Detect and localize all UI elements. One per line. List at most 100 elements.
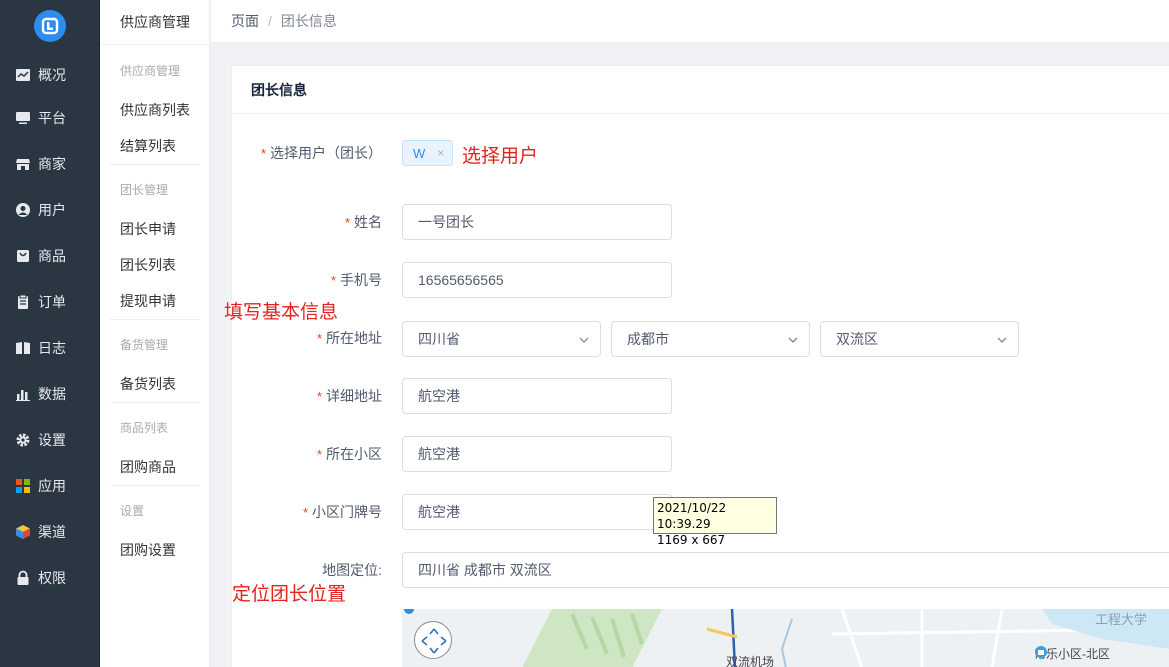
submenu-item-withdraw-apply[interactable]: 提现申请 bbox=[120, 291, 176, 311]
sidebar-item-4[interactable]: 商品 bbox=[0, 240, 100, 272]
province-select[interactable]: 四川省 bbox=[402, 321, 601, 357]
city-select[interactable]: 成都市 bbox=[611, 321, 810, 357]
selected-user-tag[interactable]: W × bbox=[402, 140, 454, 166]
book-icon bbox=[15, 340, 31, 356]
submenu-group-stock: 备货管理 bbox=[120, 338, 169, 352]
door-number-label-text: 小区门牌号 bbox=[312, 504, 382, 520]
clipboard-icon bbox=[15, 294, 31, 310]
sidebar-item-6[interactable]: 日志 bbox=[0, 332, 100, 364]
submenu-item-group-goods[interactable]: 团购商品 bbox=[120, 457, 176, 477]
submenu-divider bbox=[110, 319, 200, 320]
tooltip-timestamp: 2021/10/22 10:39.29 bbox=[657, 501, 727, 531]
sidebar-item-label: 概况 bbox=[38, 67, 66, 83]
community-label: * 所在小区 bbox=[232, 436, 382, 472]
door-number-input[interactable]: 航空港 bbox=[402, 494, 672, 530]
sidebar-item-label: 设置 bbox=[38, 432, 66, 448]
community-input[interactable]: 航空港 bbox=[402, 436, 672, 472]
main-sidebar: 概况平台商家用户商品订单日志数据设置应用渠道权限 bbox=[0, 0, 100, 667]
map-search-input[interactable]: 四川省 成都市 双流区 bbox=[402, 552, 1169, 588]
sidebar-item-label: 日志 bbox=[38, 340, 66, 356]
chevron-down-icon bbox=[579, 337, 589, 343]
map-pan-control[interactable] bbox=[414, 621, 452, 659]
store-icon bbox=[15, 156, 31, 172]
sidebar-item-label: 商家 bbox=[38, 156, 66, 172]
select-user-label-text: 选择用户（团长） bbox=[270, 145, 382, 161]
sidebar-item-label: 用户 bbox=[38, 202, 66, 218]
sidebar-item-3[interactable]: 用户 bbox=[0, 194, 100, 226]
sidebar-item-0[interactable]: 概况 bbox=[0, 59, 100, 91]
sidebar-item-2[interactable]: 商家 bbox=[0, 148, 100, 180]
submenu-item-settlement-list[interactable]: 结算列表 bbox=[120, 136, 176, 156]
secondary-menu: 供应商管理 供应商管理 供应商列表 结算列表 团长管理 团长申请 团长列表 提现… bbox=[100, 0, 210, 667]
submenu-item-leader-apply[interactable]: 团长申请 bbox=[120, 219, 176, 239]
submenu-item-group-settings[interactable]: 团购设置 bbox=[120, 540, 176, 560]
name-label-text: 姓名 bbox=[354, 214, 382, 230]
sidebar-item-8[interactable]: 设置 bbox=[0, 424, 100, 456]
sidebar-item-10[interactable]: 渠道 bbox=[0, 516, 100, 548]
sidebar-item-label: 平台 bbox=[38, 110, 66, 126]
map-label-airport: 双流机场 bbox=[726, 655, 775, 667]
phone-label: * 手机号 bbox=[232, 262, 382, 298]
submenu-group-settings: 设置 bbox=[120, 504, 145, 518]
submenu-divider bbox=[110, 164, 200, 165]
monitor-icon bbox=[15, 110, 31, 126]
sidebar-item-label: 应用 bbox=[38, 478, 66, 494]
map-label-university: 工程大学 bbox=[1095, 612, 1148, 627]
submenu-title[interactable]: 供应商管理 bbox=[100, 0, 210, 45]
submenu-item-supplier-list[interactable]: 供应商列表 bbox=[120, 100, 190, 120]
sidebar-item-label: 订单 bbox=[38, 294, 66, 310]
sidebar-item-label: 数据 bbox=[38, 386, 66, 402]
submenu-item-stock-list[interactable]: 备货列表 bbox=[120, 374, 176, 394]
submenu-item-leader-list[interactable]: 团长列表 bbox=[120, 255, 176, 275]
chart-icon bbox=[15, 67, 31, 83]
tooltip-dimensions: 1169 x 667 bbox=[657, 533, 726, 547]
pan-arrows-icon bbox=[421, 628, 447, 654]
user-icon bbox=[15, 202, 31, 218]
name-input[interactable]: 一号团长 bbox=[402, 204, 672, 240]
submenu-group-leader: 团长管理 bbox=[120, 183, 169, 197]
province-value: 四川省 bbox=[418, 331, 460, 347]
apps-icon bbox=[15, 478, 31, 494]
sidebar-item-9[interactable]: 应用 bbox=[0, 470, 100, 502]
chevron-down-icon bbox=[788, 337, 798, 343]
required-mark: * bbox=[316, 446, 322, 462]
phone-input[interactable]: 16565656565 bbox=[402, 262, 672, 298]
breadcrumb-current: 团长信息 bbox=[280, 13, 337, 29]
select-user-label: * 选择用户（团长） bbox=[232, 135, 382, 171]
logo-icon bbox=[41, 17, 59, 35]
community-label-text: 所在小区 bbox=[326, 446, 382, 462]
note-fill-basic-info: 填写基本信息 bbox=[224, 302, 339, 323]
leader-info-card: 团长信息 * 选择用户（团长） W × * 姓名 一号团长 * 手机号 1656… bbox=[231, 65, 1169, 667]
breadcrumb: 页面 / 团长信息 bbox=[211, 0, 1169, 43]
tag-close-icon[interactable]: × bbox=[437, 146, 444, 160]
sidebar-item-11[interactable]: 权限 bbox=[0, 562, 100, 594]
sidebar-item-7[interactable]: 数据 bbox=[0, 378, 100, 410]
district-value: 双流区 bbox=[836, 331, 878, 347]
district-select[interactable]: 双流区 bbox=[820, 321, 1019, 357]
location-map[interactable]: 工程大学 常乐小区-北区 双流机场 bbox=[402, 609, 1169, 667]
submenu-divider bbox=[110, 485, 200, 486]
door-number-label: * 小区门牌号 bbox=[232, 494, 382, 530]
app-logo[interactable] bbox=[34, 10, 66, 42]
breadcrumb-separator: / bbox=[268, 13, 272, 29]
required-mark: * bbox=[316, 330, 322, 346]
sidebar-item-5[interactable]: 订单 bbox=[0, 286, 100, 318]
city-value: 成都市 bbox=[627, 331, 669, 347]
sidebar-item-label: 商品 bbox=[38, 248, 66, 264]
region-label: * 所在地址 bbox=[232, 320, 382, 356]
required-mark: * bbox=[316, 388, 322, 404]
bar-chart-icon bbox=[15, 386, 31, 402]
note-locate-leader: 定位团长位置 bbox=[232, 584, 347, 605]
sidebar-item-label: 渠道 bbox=[38, 524, 66, 540]
submenu-group-goods: 商品列表 bbox=[120, 421, 169, 435]
required-mark: * bbox=[344, 214, 350, 230]
sidebar-item-label: 权限 bbox=[38, 570, 66, 586]
breadcrumb-root[interactable]: 页面 bbox=[231, 11, 259, 31]
address-input[interactable]: 航空港 bbox=[402, 378, 672, 414]
phone-label-text: 手机号 bbox=[340, 272, 382, 288]
screenshot-tooltip: 2021/10/22 10:39.29 1169 x 667 bbox=[653, 497, 777, 547]
gear-icon bbox=[15, 432, 31, 448]
selected-user-name: W bbox=[413, 145, 426, 161]
lock-icon bbox=[15, 570, 31, 586]
sidebar-item-1[interactable]: 平台 bbox=[0, 102, 100, 134]
